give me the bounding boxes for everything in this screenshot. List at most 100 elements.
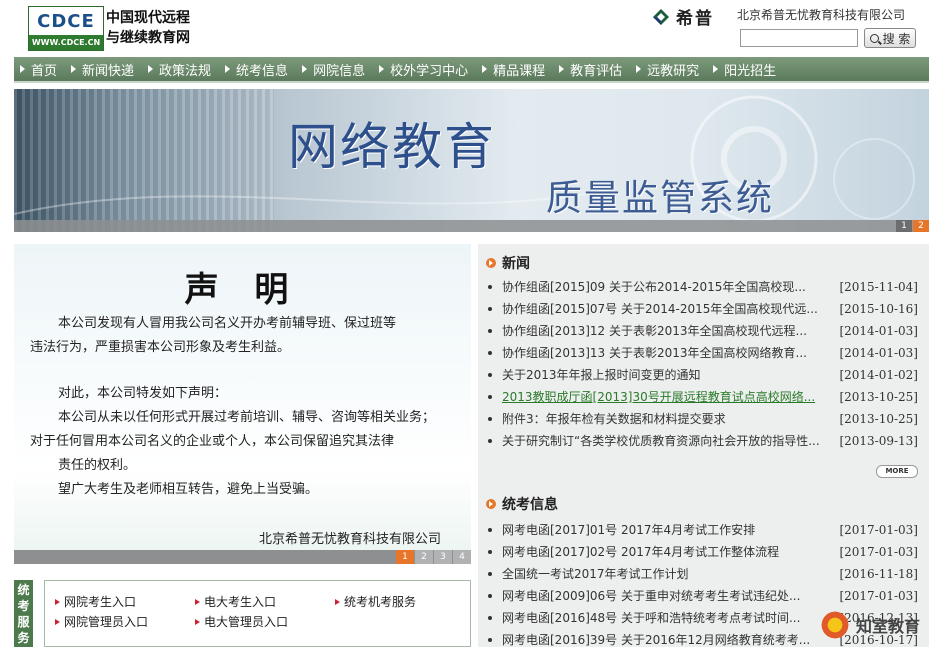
exam-item[interactable]: 全国统一考试2017年考试工作计划 [2016-11-18] [486,563,918,585]
news-item[interactable]: 附件3：年报年检有关数据和材料提交要求 [2013-10-25] [486,408,918,430]
right-panel: 新闻 协作组函[2015]09 关于公布2014-2015年全国高校现... [2… [478,244,929,647]
arrow-right-icon [55,618,60,625]
diamond-icon [653,8,669,25]
header: CDCE WWW.CDCE.CN 中国现代远程 与继续教育网 希普 北京希普无忧… [0,0,929,56]
notice-page-3[interactable]: 3 [434,550,452,564]
news-item[interactable]: 关于2013年年报上报时间变更的通知 [2014-01-02] [486,364,918,386]
notice-line: 本公司发现有人冒用我公司名义开办考前辅导班、保过班等 [58,316,397,331]
arrow-right-icon [379,65,385,73]
banner-pager: 1 2 [895,220,929,232]
arrow-right-icon [55,598,60,605]
nav-item-news[interactable]: 新闻快递 [65,57,142,81]
arrow-right-icon [713,65,719,73]
bullet-icon [488,528,492,532]
exam-section-title: 统考信息 [486,494,558,514]
notice-line: 本公司从未以任何形式开展过考前培训、辅导、咨询等相关业务； [58,410,436,425]
notice-line: 对此，本公司特发如下声明： [58,386,228,401]
search-button[interactable]: 搜 索 [864,28,916,48]
logo-url-text: WWW.CDCE.CN [29,35,103,50]
arrow-right-icon [20,65,25,73]
site-name: 中国现代远程 与继续教育网 [106,8,226,48]
nav-item-center[interactable]: 校外学习中心 [373,57,476,81]
nav-item-research[interactable]: 远教研究 [630,57,707,81]
cdce-logo[interactable]: CDCE WWW.CDCE.CN [28,6,104,51]
watermark-text: 知室教育 [856,617,921,636]
banner-page-1[interactable]: 1 [896,220,912,232]
portal-link-tvu-student[interactable]: 电大考生入口 [195,593,276,610]
banner-subtitle: 质量监管系统 [546,178,775,219]
search-input[interactable] [740,29,858,47]
banner-page-2[interactable]: 2 [913,220,929,232]
bullet-icon [488,616,492,620]
nav-item-policy[interactable]: 政策法规 [142,57,219,81]
bullet-icon [488,572,492,576]
exam-service-label: 统考服务 [14,580,33,647]
portal-link-exam-service[interactable]: 统考机考服务 [335,593,416,610]
bullet-icon [488,439,492,443]
arrow-right-icon [71,65,77,73]
bullet-icon [488,417,492,421]
arrow-right-icon [335,598,340,605]
bullet-icon [488,285,492,289]
section-arrow-icon [486,258,496,268]
bullet-icon [488,395,492,399]
nav-item-home[interactable]: 首页 [14,57,65,81]
site-name-line2: 与继续教育网 [106,30,190,46]
notice-signature: 北京希普无忧教育科技有限公司 [258,532,441,547]
brand-name: 希普 [676,9,714,29]
news-item[interactable]: 协作组函[2013]12 关于表彰2013年全国高校现代远程... [2014-0… [486,320,918,342]
notice-line: 责任的权利。 [58,458,137,473]
news-item[interactable]: 关于研究制订“各类学校优质教育资源向社会开放的指导性... [2013-09-13… [486,430,918,452]
bullet-icon [488,638,492,642]
notice-pager: 1 2 3 4 [395,550,471,564]
arrow-right-icon [195,598,200,605]
hero-banner[interactable]: 网络教育 质量监管系统 1 2 [14,89,929,232]
arrow-right-icon [225,65,231,73]
notice-page-1[interactable]: 1 [396,550,414,564]
notice-line: 违法行为，严重损害本公司形象及考生利益。 [30,340,291,355]
news-item[interactable]: 协作组函[2013]13 关于表彰2013年全国高校网络教育... [2014-0… [486,342,918,364]
exam-item[interactable]: 网考电函[2009]06号 关于重申对统考考生考试违纪处... [2017-01-… [486,585,918,607]
news-item[interactable]: 2013教职成厅函[2013]30号开展远程教育试点高校网络... [2013-1… [486,386,918,408]
bullet-icon [488,351,492,355]
nav-item-admission[interactable]: 阳光招生 [707,57,784,81]
logo-main-text: CDCE [37,10,95,32]
portal-link-college-student[interactable]: 网院考生入口 [55,593,136,610]
watermark-logo-icon [818,608,852,642]
section-arrow-icon [486,499,496,509]
banner-bar [14,220,929,232]
news-more-button[interactable]: MORE [876,465,918,478]
notice-line: 望广大考生及老师相互转告，避免上当受骗。 [58,482,319,497]
notice-panel: 声 明 本公司发现有人冒用我公司名义开办考前辅导班、保过班等 违法行为，严重损害… [14,244,471,564]
news-item[interactable]: 协作组函[2015]09 关于公布2014-2015年全国高校现... [2015… [486,276,918,298]
arrow-right-icon [636,65,642,73]
company-name: 北京希普无忧教育科技有限公司 [737,8,906,22]
notice-page-4[interactable]: 4 [453,550,471,564]
exam-item[interactable]: 网考电函[2017]01号 2017年4月考试工作安排 [2017-01-03] [486,519,918,541]
portal-links: 网院考生入口 电大考生入口 统考机考服务 网院管理员入口 电大管理员入口 [44,580,471,647]
portal-link-tvu-admin[interactable]: 电大管理员入口 [195,613,288,630]
arrow-right-icon [195,618,200,625]
search-icon [869,33,879,43]
nav-item-courses[interactable]: 精品课程 [476,57,553,81]
news-section-title: 新闻 [486,253,530,273]
bullet-icon [488,373,492,377]
news-item[interactable]: 协作组函[2015]07号 关于2014-2015年全国高校现代远... [201… [486,298,918,320]
arrow-right-icon [302,65,308,73]
notice-line: 对于任何冒用本公司名义的企业或个人，本公司保留追究其法律 [30,434,395,449]
bullet-icon [488,329,492,333]
watermark: 知室教育 [818,608,920,642]
nav-item-exam[interactable]: 统考信息 [219,57,296,81]
arrow-right-icon [559,65,565,73]
nav-item-evaluation[interactable]: 教育评估 [553,57,630,81]
main-nav: 首页 新闻快递 政策法规 统考信息 网院信息 校外学习中心 精品课程 教育评估 … [14,57,929,83]
bullet-icon [488,550,492,554]
search-button-label: 搜 索 [882,31,911,46]
notice-page-2[interactable]: 2 [415,550,433,564]
portal-link-college-admin[interactable]: 网院管理员入口 [55,613,148,630]
brand-logo[interactable]: 希普 [652,4,714,29]
nav-item-college[interactable]: 网院信息 [296,57,373,81]
exam-item[interactable]: 网考电函[2017]02号 2017年4月考试工作整体流程 [2017-01-03… [486,541,918,563]
bullet-icon [488,594,492,598]
arrow-right-icon [148,65,154,73]
